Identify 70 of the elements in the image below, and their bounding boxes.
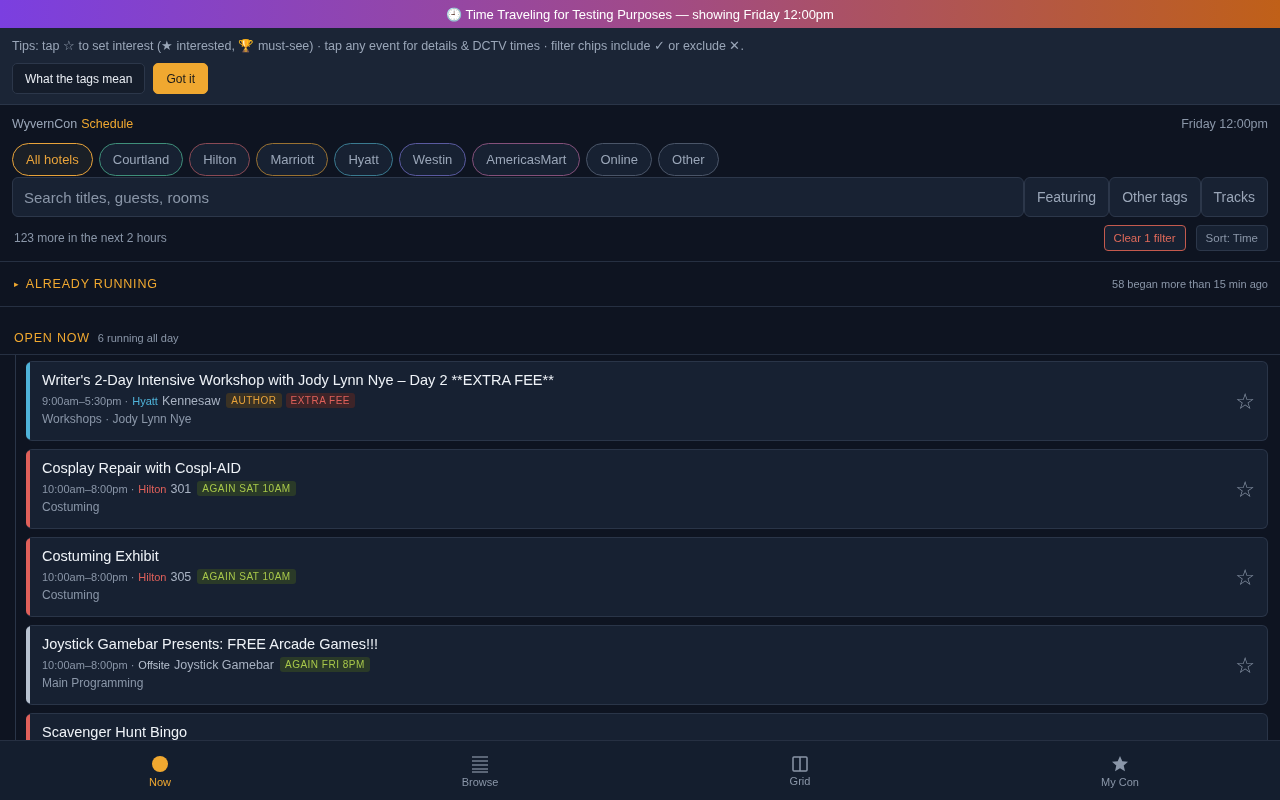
interest-star[interactable]: ☆ <box>1235 476 1255 502</box>
venue-name: Hilton <box>138 570 167 583</box>
event-card[interactable]: Joystick Gamebar Presents: FREE Arcade Games!!! 10:00am–8:00pm · Offsite Joystick Gamebar AGAIN FRI 8PM Main Programming ☆ <box>26 625 1268 705</box>
interest-star[interactable]: ☆ <box>1235 652 1255 678</box>
room-name: 305 <box>170 569 192 584</box>
section-heading: OPEN NOW <box>14 330 90 345</box>
time-travel-banner: 🕘 Time Traveling for Testing Purposes — showing Friday 12:00pm <box>0 0 1280 28</box>
got-it-button[interactable]: Got it <box>153 63 209 94</box>
event-title: Joystick Gamebar Presents: FREE Arcade Games!!! <box>42 636 380 652</box>
dot-icon <box>151 754 169 773</box>
event-details: Main Programming <box>42 676 145 690</box>
event-time: 9:00am–5:30pm · <box>42 394 129 407</box>
filter-button[interactable]: Featuring <box>1024 177 1110 217</box>
nav-tab[interactable]: Browse <box>320 741 640 800</box>
event-title: Costuming Exhibit <box>42 548 160 564</box>
nav-tab[interactable]: Grid <box>640 741 960 800</box>
event-card[interactable]: Writer's 2-Day Intensive Workshop with Jody Lynn Nye – Day 2 **EXTRA FEE** 9:00am–5:30pm · Hyatt Kennesaw AUTHOR EXTRA FEE Workshops · Jody Lynn Nye ☆ <box>26 361 1268 441</box>
event-card[interactable]: Costuming Exhibit 10:00am–8:00pm · Hilton 305 AGAIN SAT 10AM Costuming ☆ <box>26 537 1268 617</box>
hotel-chip[interactable]: Marriott <box>256 143 329 176</box>
search-field[interactable]: Search titles, guests, rooms <box>12 177 1024 217</box>
interest-star[interactable]: ☆ <box>1235 564 1255 590</box>
upcoming-count: 123 more in the next 2 hours <box>14 231 167 245</box>
interest-star[interactable]: ☆ <box>1235 388 1255 414</box>
hotel-chip[interactable]: AmericasMart <box>472 143 581 176</box>
already-running-toggle[interactable]: ▸ ALREADY RUNNING <box>14 277 158 291</box>
event-tag: AUTHOR <box>226 393 282 408</box>
filter-button[interactable]: Other tags <box>1109 177 1201 217</box>
section-note: 6 running all day <box>97 331 179 344</box>
tags-help-button[interactable]: What the tags mean <box>12 63 146 94</box>
event-details: Workshops · Jody Lynn Nye <box>42 412 193 426</box>
filter-button[interactable]: Tracks <box>1200 177 1268 217</box>
event-title: Cosplay Repair with Cospl-AID <box>42 460 243 476</box>
event-tag: EXTRA FEE <box>285 393 356 408</box>
event-card[interactable]: Scavenger Hunt Bingo <box>26 713 1268 740</box>
venue-name: Hyatt <box>132 394 158 407</box>
event-card[interactable]: Cosplay Repair with Cospl-AID 10:00am–8:00pm · Hilton 301 AGAIN SAT 10AM Costuming ☆ <box>26 449 1268 529</box>
clear-filter-button[interactable]: Clear 1 filter <box>1103 225 1186 251</box>
current-time: Friday 12:00pm <box>1181 117 1268 131</box>
section-note: 58 began more than 15 min ago <box>1112 278 1268 290</box>
event-time: 10:00am–8:00pm · <box>42 570 135 583</box>
lines-icon <box>471 754 489 773</box>
hotel-chip[interactable]: Courtland <box>98 143 184 176</box>
columns-icon <box>792 755 808 772</box>
hotel-chip[interactable]: Hyatt <box>334 143 393 176</box>
nav-tab[interactable]: Now <box>0 741 320 800</box>
tips-text: Tips: tap ☆ to set interest (★ interested, 🏆 must-see) · tap any event for details & DCTV times · filter chips include ✓ or exclude ✕. <box>12 38 745 53</box>
event-time: 10:00am–8:00pm · <box>42 658 135 671</box>
event-tag: AGAIN SAT 10AM <box>197 481 296 496</box>
room-name: 301 <box>170 481 192 496</box>
nav-tab[interactable]: My Con <box>960 741 1280 800</box>
event-details: Costuming <box>42 588 101 602</box>
event-tag: AGAIN SAT 10AM <box>197 569 296 584</box>
page-title: Schedule <box>81 117 134 131</box>
event-tag: AGAIN FRI 8PM <box>279 657 370 672</box>
hotel-chip[interactable]: All hotels <box>12 143 93 176</box>
room-name: Kennesaw <box>161 393 221 408</box>
hotel-chip[interactable]: Hilton <box>189 143 251 176</box>
venue-name: Hilton <box>138 482 167 495</box>
event-title: Scavenger Hunt Bingo <box>42 724 189 740</box>
sort-button[interactable]: Sort: Time <box>1195 225 1268 251</box>
event-title: Writer's 2-Day Intensive Workshop with Jody Lynn Nye – Day 2 **EXTRA FEE** <box>42 372 555 388</box>
hotel-chip[interactable]: Online <box>586 143 653 176</box>
hotel-chip[interactable]: Other <box>658 143 719 176</box>
hotel-chip[interactable]: Westin <box>398 143 467 176</box>
venue-name: Offsite <box>138 658 170 671</box>
room-name: Joystick Gamebar <box>173 657 274 672</box>
event-details: Costuming <box>42 500 101 514</box>
event-time: 10:00am–8:00pm · <box>42 482 135 495</box>
brand-name: WyvernCon <box>12 117 78 131</box>
star-icon <box>1111 754 1129 773</box>
